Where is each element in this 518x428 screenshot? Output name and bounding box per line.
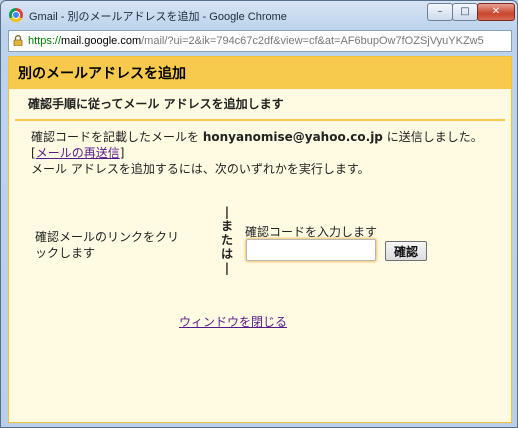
close-window-button[interactable]: ✕ [477,3,515,21]
or-bar-top: | [224,205,230,219]
url-scheme: https:// [28,35,62,47]
or-char-ta: た [220,233,233,247]
click-link-option: 確認メールのリンクをクリックします [35,230,180,260]
confirm-button[interactable]: 確認 [385,241,427,261]
url-text: https://mail.google.com/mail/?ui=2&ik=79… [28,31,484,51]
or-separator: | ま た は | [219,205,235,275]
maximize-button[interactable]: □ [452,3,478,21]
lock-icon [13,35,23,46]
bracket-close: ] [119,146,125,160]
title-bar: Gmail - 別のメールアドレスを追加 - Google Chrome – □… [1,1,517,29]
chrome-logo-icon [9,8,23,22]
or-bar-bottom: | [224,261,230,275]
verification-message: 確認コードを記載したメールを honyanomise@yahoo.co.jp に… [31,129,491,177]
window-title: Gmail - 別のメールアドレスを追加 - Google Chrome [29,11,287,23]
or-char-ha: は [220,247,233,261]
url-path: /mail/?ui=2&ik=794c67c2df&view=cf&at=AF6… [141,35,484,47]
message-before-email: 確認コードを記載したメールを [31,130,203,144]
or-char-ma: ま [220,219,233,233]
enter-code-label: 確認コードを入力します [245,225,378,239]
dialog-title: 別のメールアドレスを追加 [18,66,186,82]
confirmation-code-input[interactable] [246,239,376,261]
divider [15,119,505,121]
address-bar[interactable]: https://mail.google.com/mail/?ui=2&ik=79… [8,30,512,52]
step-heading: 確認手順に従ってメール アドレスを追加します [28,97,284,111]
dialog-header: 別のメールアドレスを追加 [9,57,511,89]
add-email-dialog: 別のメールアドレスを追加 確認手順に従ってメール アドレスを追加します 確認コー… [8,56,512,423]
email-address: honyanomise@yahoo.co.jp [202,130,383,144]
minimize-button[interactable]: – [427,3,453,21]
browser-window: Gmail - 別のメールアドレスを追加 - Google Chrome – □… [0,0,518,428]
message-instruction: メール アドレスを追加するには、次のいずれかを実行します。 [31,162,370,176]
url-host: mail.google.com [61,35,142,47]
close-window-link[interactable]: ウィンドウを閉じる [179,313,287,330]
resend-email-link[interactable]: メールの再送信 [36,146,120,160]
